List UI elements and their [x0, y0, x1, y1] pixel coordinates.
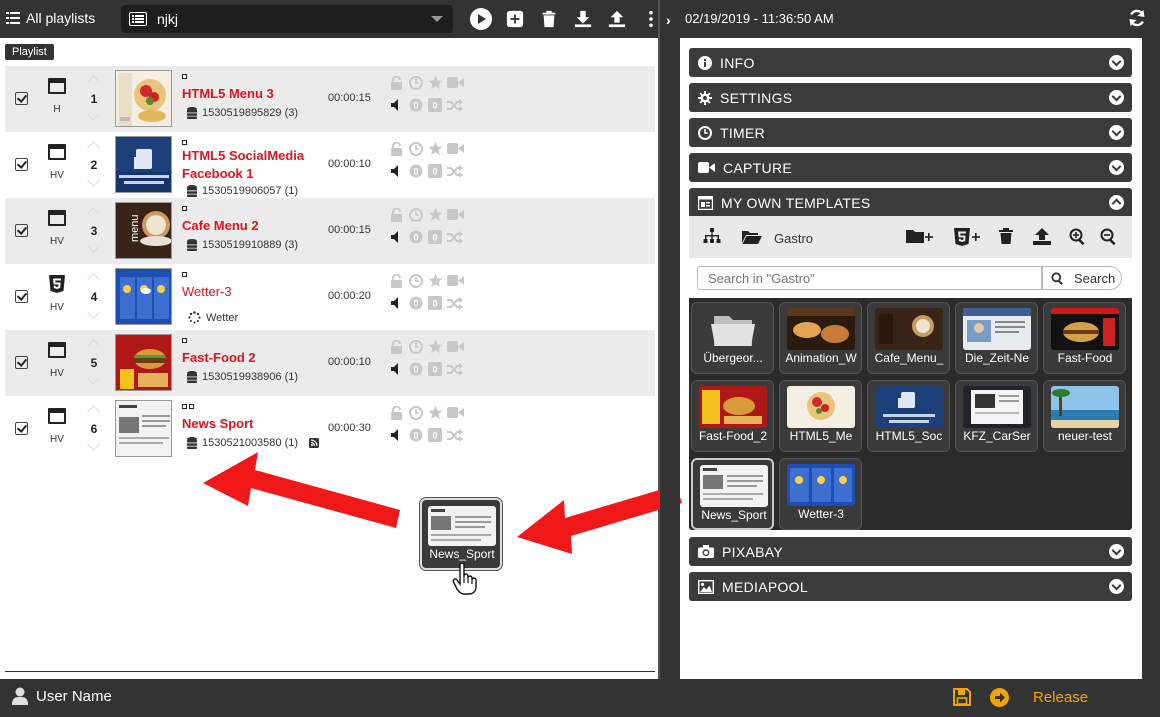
template-name: Animation_W: [785, 351, 857, 365]
template-thumbnail: [787, 464, 855, 506]
image-icon: [698, 579, 714, 594]
chevron-down-icon[interactable]: [1109, 544, 1124, 559]
hand-cursor-icon: [452, 563, 477, 595]
section-pixabay-label: PIXABAY: [722, 543, 783, 560]
template-thumbnail: [875, 386, 943, 428]
datetime: 02/19/2019 - 11:36:50 AM: [685, 11, 834, 26]
template-tile[interactable]: Cafe_Menu_: [867, 302, 950, 374]
template-tile[interactable]: News_Sport: [691, 458, 774, 530]
gear-icon: [698, 90, 712, 105]
template-tile[interactable]: HTML5_Soc: [867, 380, 950, 452]
right-panel-frame: [1142, 38, 1160, 679]
template-name: Wetter-3: [798, 507, 844, 521]
section-templates-label: MY OWN TEMPLATES: [721, 194, 871, 211]
zoom-in-icon[interactable]: [1069, 228, 1087, 246]
template-tile[interactable]: Übergeor...: [691, 302, 774, 374]
template-thumbnail: [1051, 308, 1119, 350]
section-timer-label: TIMER: [720, 124, 766, 141]
arrow-left-icon: [203, 452, 400, 528]
zoom-out-icon[interactable]: [1100, 228, 1118, 246]
user-icon: [12, 687, 28, 705]
template-name: Fast-Food_2: [698, 429, 768, 443]
section-mediapool[interactable]: MEDIAPOOL: [689, 572, 1132, 601]
chevron-right-icon[interactable]: ›: [666, 12, 671, 28]
template-tile[interactable]: Wetter-3: [779, 458, 862, 530]
section-capture[interactable]: CAPTURE: [689, 153, 1132, 182]
sitemap-icon[interactable]: [703, 228, 721, 244]
section-timer[interactable]: TIMER: [689, 118, 1132, 147]
chevron-down-icon[interactable]: [1109, 125, 1124, 140]
current-folder: Gastro: [774, 231, 814, 246]
search-icon: [1051, 271, 1063, 285]
arrow-left-icon: [517, 485, 682, 554]
template-name: News_Sport: [701, 508, 767, 522]
template-thumbnail: [787, 308, 855, 350]
template-tile[interactable]: Fast-Food: [1043, 302, 1126, 374]
template-search: Search: [689, 258, 1132, 298]
template-tile[interactable]: Fast-Food_2: [691, 380, 774, 452]
refresh-icon[interactable]: [1128, 9, 1146, 27]
template-tile[interactable]: Die_Zeit-Ne: [955, 302, 1038, 374]
template-name: News_Sport: [429, 547, 495, 561]
chevron-down-icon[interactable]: [1109, 160, 1124, 175]
template-thumbnail: [963, 308, 1031, 350]
template-tile[interactable]: KFZ_CarSer: [955, 380, 1038, 452]
camera-icon: [698, 545, 714, 558]
templates-panel: Gastro Search Übergeor... Animation_W Ca…: [689, 216, 1132, 530]
new-folder-icon[interactable]: [906, 228, 934, 244]
user-name: User Name: [36, 687, 112, 705]
template-thumbnail: [875, 308, 943, 350]
chevron-down-icon[interactable]: [1109, 579, 1124, 594]
clock-icon: [698, 125, 712, 140]
right-panel-frame: [660, 38, 680, 679]
folder-icon: [699, 308, 767, 350]
template-thumbnail: [699, 386, 767, 428]
section-capture-label: CAPTURE: [723, 159, 792, 176]
template-tile[interactable]: neuer-test: [1043, 380, 1126, 452]
template-name: Fast-Food: [1057, 351, 1113, 365]
folder-open-icon[interactable]: [742, 229, 762, 244]
template-thumbnail: [700, 465, 768, 507]
template-name: Die_Zeit-Ne: [964, 351, 1030, 365]
section-mediapool-label: MEDIAPOOL: [722, 578, 808, 595]
templates-icon: [698, 195, 713, 210]
trash-icon[interactable]: [999, 228, 1013, 244]
section-pixabay[interactable]: PIXABAY: [689, 537, 1132, 566]
template-name: HTML5_Soc: [875, 429, 943, 443]
footer: User Name Release: [0, 679, 1160, 717]
new-html5-template-icon[interactable]: [954, 228, 982, 246]
template-tile[interactable]: Animation_W: [779, 302, 862, 374]
dragged-template-tile[interactable]: News_Sport: [420, 498, 502, 570]
template-thumbnail: [428, 506, 496, 546]
upload-icon[interactable]: [1033, 228, 1051, 245]
template-name: Cafe_Menu_: [874, 351, 944, 365]
search-button-label: Search: [1074, 270, 1116, 286]
template-thumbnail: [1051, 386, 1119, 428]
section-settings-label: SETTINGS: [720, 89, 793, 106]
video-icon: [698, 162, 715, 173]
template-thumbnail: [963, 386, 1031, 428]
chevron-up-icon[interactable]: [1109, 195, 1124, 210]
template-tile[interactable]: HTML5_Me: [779, 380, 862, 452]
right-panel-header: › 02/19/2019 - 11:36:50 AM: [660, 0, 1160, 38]
search-input[interactable]: [697, 266, 1042, 290]
user-menu[interactable]: User Name: [12, 687, 112, 705]
chevron-down-icon[interactable]: [1109, 90, 1124, 105]
template-thumbnail: [787, 386, 855, 428]
section-info-label: INFO: [720, 54, 755, 71]
release-button[interactable]: Release: [1033, 689, 1088, 706]
chevron-down-icon[interactable]: [1109, 55, 1124, 70]
templates-toolbar: Gastro: [689, 216, 1132, 258]
arrow-circle-right-icon[interactable]: [990, 688, 1009, 707]
search-button[interactable]: Search: [1042, 266, 1122, 290]
template-name: HTML5_Me: [789, 429, 853, 443]
info-icon: [698, 55, 712, 70]
section-templates[interactable]: MY OWN TEMPLATES: [689, 188, 1132, 217]
section-settings[interactable]: SETTINGS: [689, 83, 1132, 112]
save-icon[interactable]: [953, 688, 971, 706]
template-name: KFZ_CarSer: [963, 429, 1031, 443]
template-name: neuer-test: [1057, 429, 1113, 443]
template-name: Übergeor...: [703, 351, 763, 365]
section-info[interactable]: INFO: [689, 48, 1132, 77]
